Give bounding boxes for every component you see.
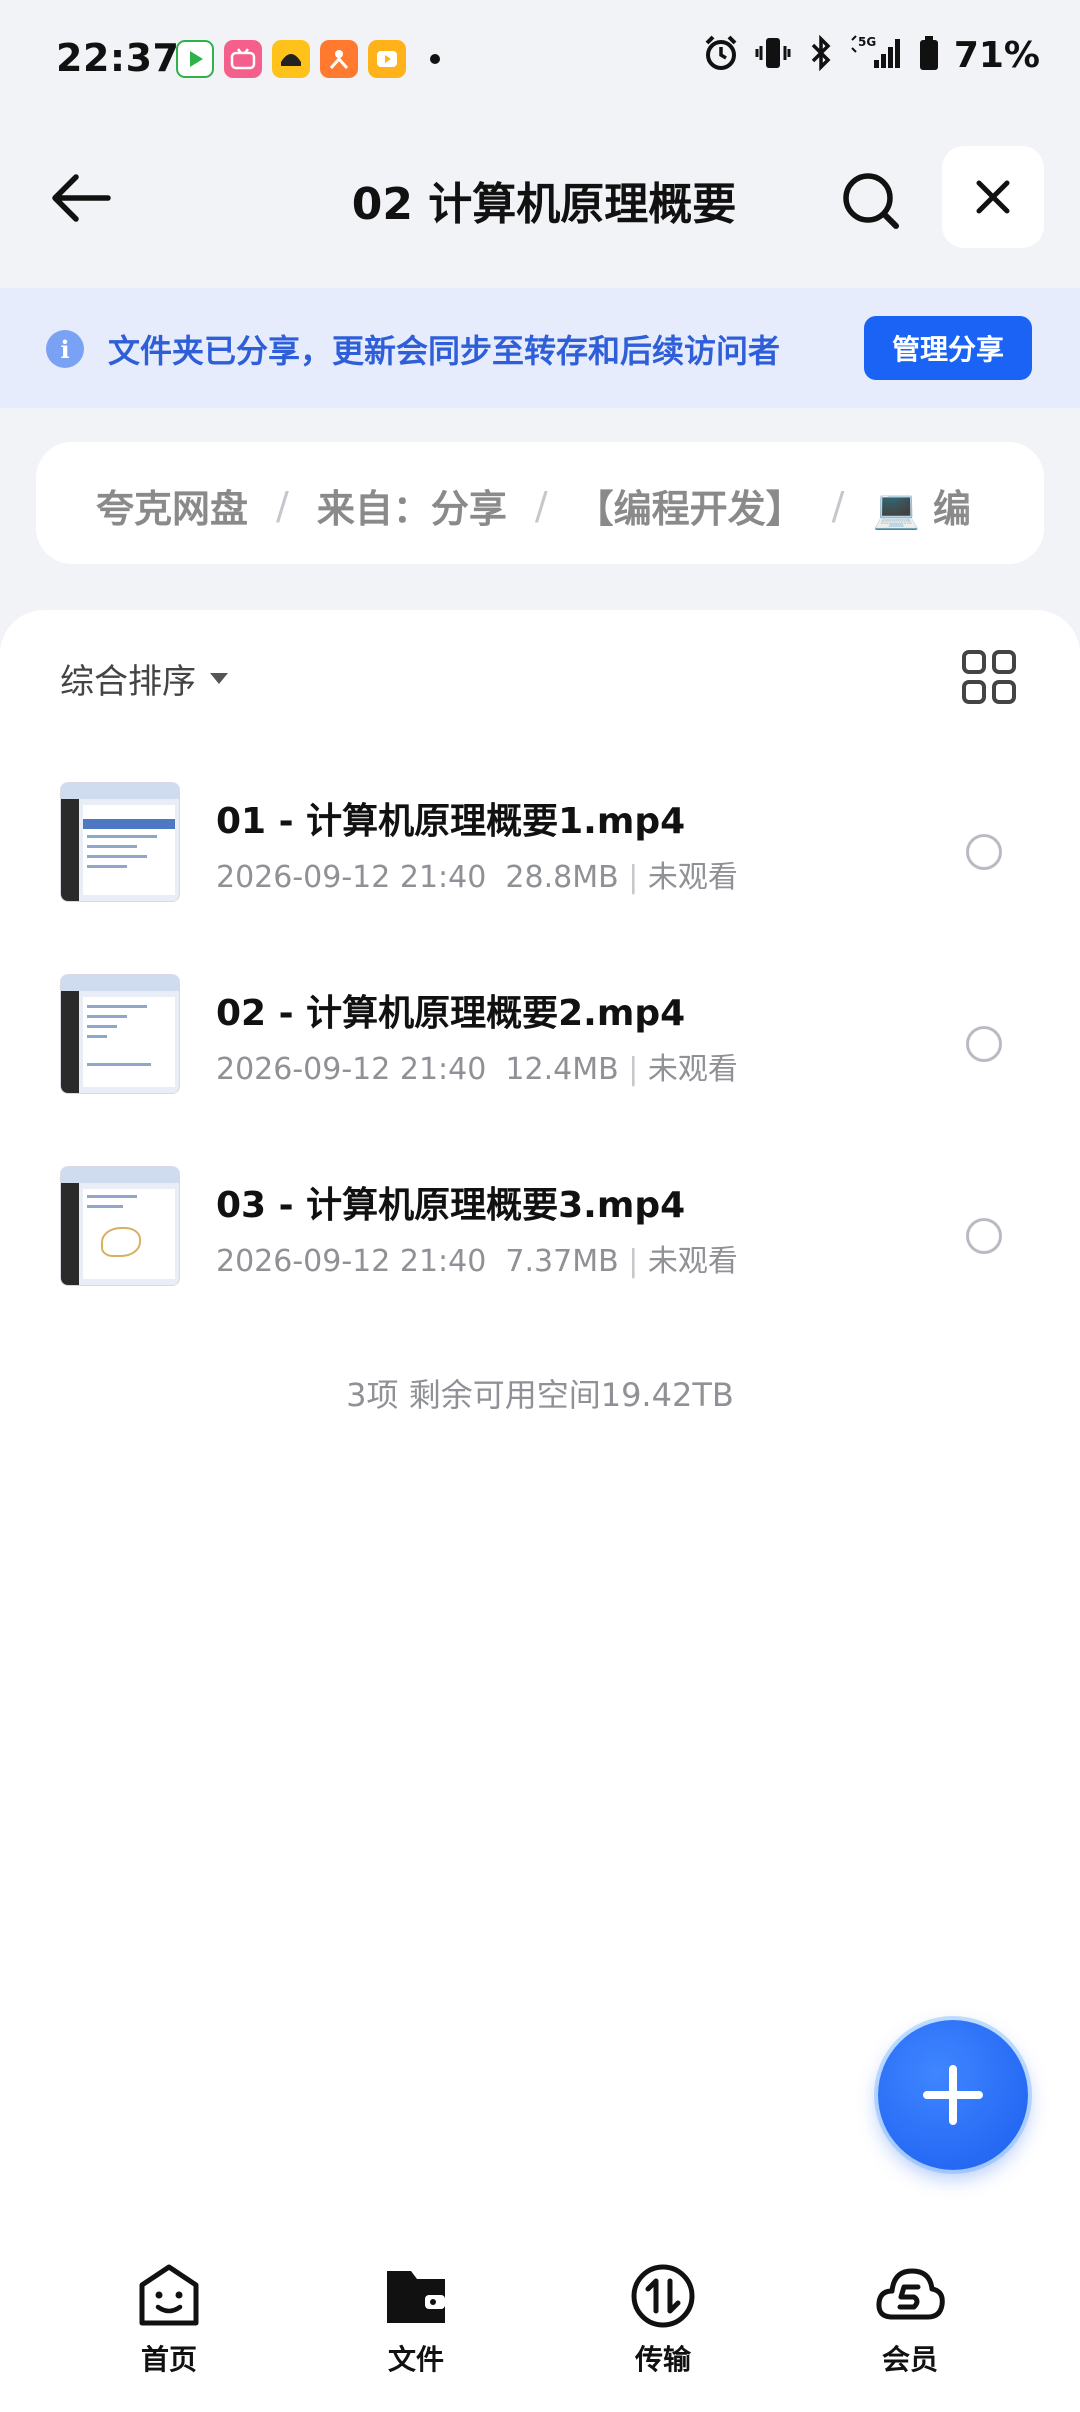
notification-icons bbox=[176, 40, 440, 78]
info-icon: i bbox=[46, 330, 84, 368]
caret-down-icon bbox=[210, 673, 228, 684]
nav-label: 会员 bbox=[881, 2343, 938, 2376]
grid-view-icon bbox=[962, 650, 986, 674]
nav-label: 首页 bbox=[140, 2343, 197, 2376]
file-list: 01 - 计算机原理概要1.mp4 2026-09-12 21:40 28.8M… bbox=[0, 760, 1080, 1336]
file-row[interactable]: 02 - 计算机原理概要2.mp4 2026-09-12 21:40 12.4M… bbox=[0, 952, 1080, 1144]
share-notice-text: 文件夹已分享，更新会同步至转存和后续访问者 bbox=[108, 332, 781, 370]
video-thumbnail bbox=[60, 1166, 180, 1286]
file-row[interactable]: 01 - 计算机原理概要1.mp4 2026-09-12 21:40 28.8M… bbox=[0, 760, 1080, 952]
watch-status: 未观看 bbox=[647, 1244, 738, 1279]
vip-cloud-icon bbox=[874, 2260, 946, 2332]
nav-item-vip[interactable]: 会员 bbox=[830, 2260, 990, 2390]
nav-item-files[interactable]: 文件 bbox=[336, 2260, 496, 2390]
close-icon bbox=[976, 180, 1010, 214]
share-notice-banner: i 文件夹已分享，更新会同步至转存和后续访问者 管理分享 bbox=[0, 288, 1080, 408]
breadcrumb-separator: / bbox=[534, 483, 548, 528]
system-icons: 5G 71% bbox=[702, 34, 1040, 76]
watch-status: 未观看 bbox=[647, 1052, 738, 1087]
file-size: 12.4MB bbox=[505, 1052, 619, 1087]
svg-text:5G: 5G bbox=[858, 35, 876, 49]
file-size: 7.37MB bbox=[505, 1244, 619, 1279]
select-radio[interactable] bbox=[966, 834, 1002, 870]
video-thumbnail bbox=[60, 974, 180, 1094]
nav-item-home[interactable]: 首页 bbox=[89, 2260, 249, 2390]
orange-app-icon bbox=[320, 40, 358, 78]
file-date: 2026-09-12 21:40 bbox=[216, 1244, 487, 1279]
breadcrumb-item-current[interactable]: 💻 编 bbox=[872, 478, 971, 533]
add-button[interactable] bbox=[878, 2020, 1028, 2170]
sort-label: 综合排序 bbox=[60, 662, 196, 702]
status-time: 22:37 bbox=[56, 36, 180, 80]
file-meta: 2026-09-12 21:40 7.37MB | 未观看 bbox=[216, 1244, 738, 1279]
file-meta: 2026-09-12 21:40 12.4MB | 未观看 bbox=[216, 1052, 738, 1087]
folder-icon bbox=[380, 2260, 452, 2332]
breadcrumb-fade bbox=[964, 442, 1044, 564]
player-app-icon bbox=[368, 40, 406, 78]
battery-percent: 71% bbox=[953, 34, 1040, 76]
page-title: 02 计算机原理概要 bbox=[0, 168, 1080, 232]
file-name: 01 - 计算机原理概要1.mp4 bbox=[216, 801, 686, 842]
plus-icon bbox=[923, 2065, 983, 2125]
status-bar: 22:37 5G 71% bbox=[0, 0, 1080, 125]
file-row[interactable]: 03 - 计算机原理概要3.mp4 2026-09-12 21:40 7.37M… bbox=[0, 1144, 1080, 1336]
file-panel: 综合排序 01 - 计算机原理概要1.mp4 2026-09-12 21:40 bbox=[0, 610, 1080, 2250]
file-name: 03 - 计算机原理概要3.mp4 bbox=[216, 1185, 686, 1226]
video-thumbnail bbox=[60, 782, 180, 902]
nav-label: 传输 bbox=[634, 2343, 691, 2376]
video-app-icon bbox=[176, 40, 214, 78]
file-name: 02 - 计算机原理概要2.mp4 bbox=[216, 993, 686, 1034]
breadcrumb-separator: / bbox=[276, 483, 289, 528]
breadcrumb: 夸克网盘 / 来自：分享 / 【编程开发】 / 💻 编 bbox=[36, 442, 1044, 564]
top-app-bar: 02 计算机原理概要 bbox=[0, 130, 1080, 265]
file-meta: 2026-09-12 21:40 28.8MB | 未观看 bbox=[216, 860, 738, 895]
bluetooth-icon bbox=[806, 34, 836, 76]
manage-share-button[interactable]: 管理分享 bbox=[864, 316, 1032, 380]
select-radio[interactable] bbox=[966, 1218, 1002, 1254]
storage-summary: 3项 剩余可用空间19.42TB bbox=[346, 1376, 734, 1414]
car-app-icon bbox=[272, 40, 310, 78]
search-button[interactable] bbox=[836, 166, 906, 236]
breadcrumb-item-programming[interactable]: 【编程开发】 bbox=[576, 478, 804, 533]
close-button[interactable] bbox=[942, 146, 1044, 248]
sort-dropdown[interactable]: 综合排序 bbox=[60, 654, 228, 703]
breadcrumb-item-from-share[interactable]: 来自：分享 bbox=[317, 478, 507, 533]
search-icon bbox=[843, 173, 899, 229]
file-date: 2026-09-12 21:40 bbox=[216, 1052, 487, 1087]
breadcrumb-item-root[interactable]: 夸克网盘 bbox=[96, 478, 248, 533]
breadcrumb-separator: / bbox=[831, 483, 845, 528]
vibrate-icon bbox=[754, 34, 792, 76]
nav-item-transfer[interactable]: 传输 bbox=[583, 2260, 743, 2390]
file-date: 2026-09-12 21:40 bbox=[216, 860, 487, 895]
more-notifications-dot bbox=[430, 54, 440, 64]
bottom-navigation: 首页 文件 传输 会员 bbox=[0, 2240, 1080, 2412]
select-radio[interactable] bbox=[966, 1026, 1002, 1062]
nav-label: 文件 bbox=[387, 2343, 444, 2376]
battery-icon bbox=[918, 34, 940, 76]
grid-view-toggle[interactable] bbox=[962, 650, 1016, 704]
screen: 22:37 5G 71% 02 计算机原理概要 i 文件夹已分享，更新会同步至转… bbox=[0, 0, 1080, 2412]
bilibili-icon bbox=[224, 40, 262, 78]
home-face-icon bbox=[133, 2260, 205, 2332]
alarm-icon bbox=[702, 34, 740, 76]
page-title-text: 02 计算机原理概要 bbox=[351, 179, 737, 230]
5g-signal-icon: 5G bbox=[850, 34, 904, 76]
file-size: 28.8MB bbox=[505, 860, 619, 895]
watch-status: 未观看 bbox=[647, 860, 738, 895]
transfer-icon bbox=[627, 2260, 699, 2332]
